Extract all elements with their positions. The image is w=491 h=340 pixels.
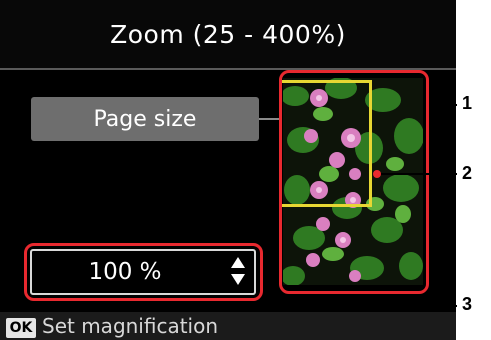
page-title: Zoom (25 - 400%) [110,19,346,49]
callout-number-1: 1 [462,93,473,113]
callout-dot-2 [373,170,381,178]
connector-line [259,118,281,120]
footer-hint: Set magnification [42,314,219,338]
magnification-value: 100 % [88,259,162,285]
callout-number-3: 3 [462,294,473,314]
callout-line-1 [429,104,457,106]
callout-number-2: 2 [462,163,473,183]
printer-lcd-screen: Zoom (25 - 400%) Page size 100 % OK Set … [0,0,456,340]
callout-line-2 [377,173,457,175]
title-bar: Zoom (25 - 400%) [0,0,456,70]
page-size-button[interactable]: Page size [31,97,259,141]
ok-key-badge: OK [6,318,36,338]
up-down-arrows-icon[interactable] [230,256,246,286]
preview-highlight-frame [279,70,429,294]
callout-line-3b [198,305,457,307]
